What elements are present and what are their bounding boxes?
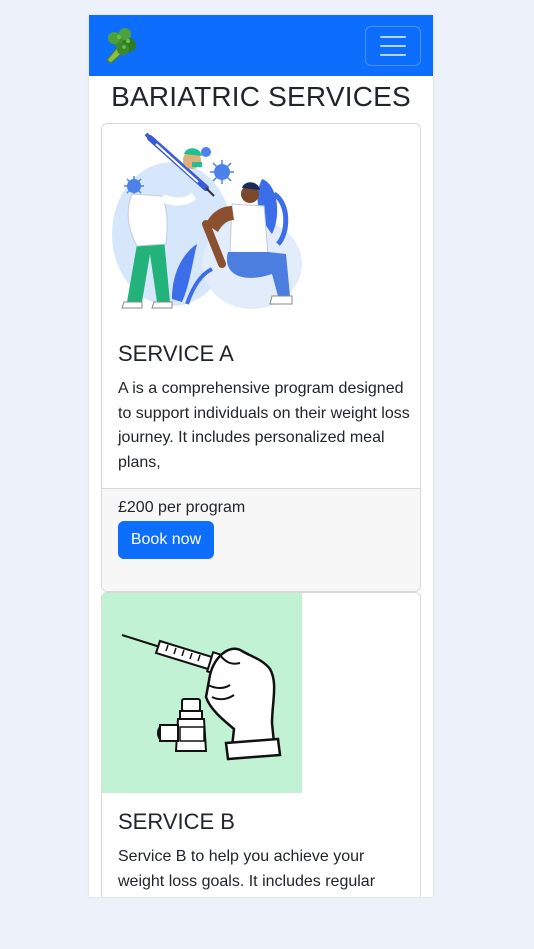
navbar	[89, 15, 433, 76]
service-b-title: SERVICE B	[118, 809, 235, 834]
broccoli-icon[interactable]	[99, 26, 139, 66]
service-b-description: Service B to help you achieve your weigh…	[118, 848, 376, 890]
service-card-a: SERVICE A A is a comprehensive program d…	[101, 123, 421, 592]
hamburger-menu-icon	[380, 36, 406, 38]
vaccination-illustration	[112, 132, 302, 309]
navbar-toggle-button[interactable]	[365, 26, 421, 66]
service-a-price: £200 per program	[118, 499, 246, 516]
book-now-button[interactable]: Book now	[118, 521, 214, 559]
app-viewport: BARIATRIC SERVICES SERVICE A A is a comp…	[89, 15, 433, 897]
page-title: BARIATRIC SERVICES	[111, 81, 411, 112]
service-a-title: SERVICE A	[118, 341, 234, 366]
syringe-vial-illustration	[102, 593, 302, 793]
service-a-footer: £200 per program Book now	[102, 488, 420, 591]
service-a-description: A is a comprehensive program designed to…	[118, 380, 410, 471]
service-card-b: SERVICE B Service B to help you achieve …	[101, 592, 421, 897]
